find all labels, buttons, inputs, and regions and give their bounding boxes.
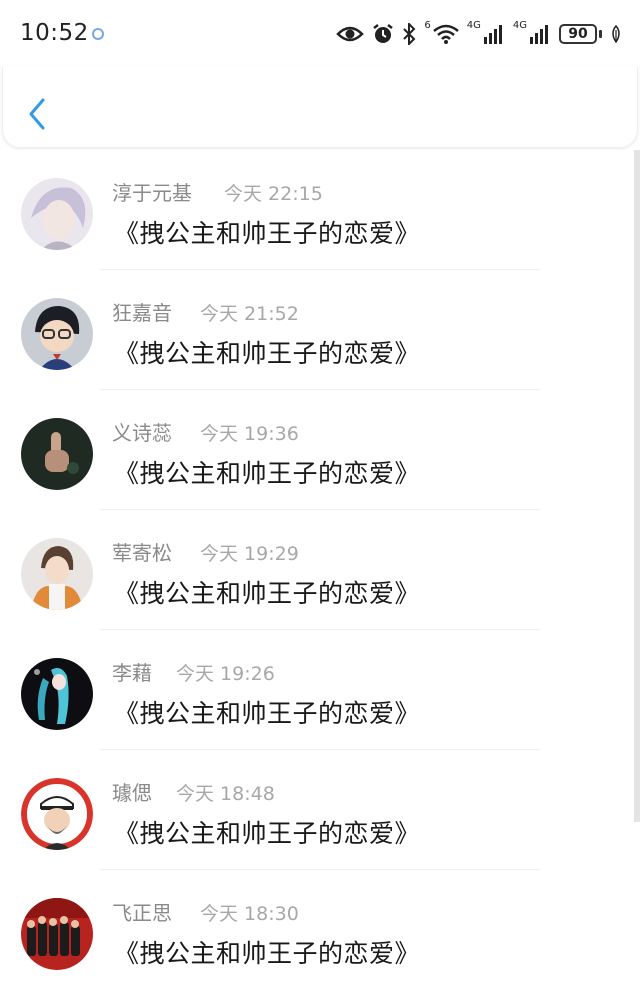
alarm-icon [373, 24, 394, 43]
avatar-miku-image [21, 658, 93, 730]
avatar[interactable] [21, 298, 93, 370]
list-item[interactable]: 璩偲 今天 18:48 《拽公主和帅王子的恋爱》 [0, 750, 640, 870]
list-item[interactable]: 淳于元基 今天 22:15 《拽公主和帅王子的恋爱》 [0, 150, 640, 270]
bluetooth-icon [403, 23, 416, 45]
sync-icon [92, 28, 104, 40]
message-text: 《拽公主和帅王子的恋爱》 [114, 339, 421, 368]
avatar[interactable] [21, 658, 93, 730]
list-item[interactable]: 飞正思 今天 18:30 《拽公主和帅王子的恋爱》 [0, 870, 640, 983]
avatar[interactable] [21, 778, 93, 850]
avatar-conan-image [21, 298, 93, 370]
sender-name: 狂嘉音 [112, 301, 172, 325]
wifi-label: 6 [424, 20, 431, 31]
list-item[interactable]: 狂嘉音 今天 21:52 《拽公主和帅王子的恋爱》 [0, 270, 640, 390]
message-text: 《拽公主和帅王子的恋爱》 [114, 939, 421, 968]
list-item[interactable]: 李藉 今天 19:26 《拽公主和帅王子的恋爱》 [0, 630, 640, 750]
message-time: 今天 19:29 [200, 543, 299, 565]
signal-icon-2 [530, 25, 548, 44]
sender-name: 荤寄松 [112, 541, 172, 565]
sender-name: 淳于元基 [112, 181, 192, 205]
list-item[interactable]: 荤寄松 今天 19:29 《拽公主和帅王子的恋爱》 [0, 510, 640, 630]
avatar[interactable] [21, 538, 93, 610]
message-time: 今天 18:30 [200, 903, 299, 925]
message-time: 今天 19:26 [176, 663, 275, 685]
avatar-captain-image [21, 778, 93, 850]
message-text: 《拽公主和帅王子的恋爱》 [114, 819, 421, 848]
avatar-dark-hand-image [21, 418, 93, 490]
status-icons: 6 4G 4G 90 [336, 20, 622, 48]
battery-icon: 90 [559, 24, 602, 44]
network-label-1: 4G [466, 20, 481, 31]
wifi-icon [432, 24, 459, 44]
message-text: 《拽公主和帅王子的恋爱》 [114, 219, 421, 248]
avatar[interactable] [21, 898, 93, 970]
message-text: 《拽公主和帅王子的恋爱》 [114, 579, 421, 608]
sender-name: 义诗蕊 [112, 421, 172, 445]
top-bar [2, 66, 638, 148]
message-time: 今天 22:15 [224, 183, 323, 205]
message-text: 《拽公主和帅王子的恋爱》 [114, 699, 421, 728]
sender-name: 李藉 [112, 661, 152, 685]
message-list[interactable]: 淳于元基 今天 22:15 《拽公主和帅王子的恋爱》 狂嘉音 今天 21:52 … [0, 150, 640, 983]
scrollbar[interactable] [634, 150, 640, 822]
avatar-group-image [21, 898, 93, 970]
avatar[interactable] [21, 178, 93, 250]
status-time: 10:52 [20, 20, 89, 46]
chevron-left-icon [29, 98, 45, 130]
battery-level: 90 [559, 24, 597, 44]
status-bar: 10:52 6 4G 4G 90 [0, 0, 640, 70]
avatar-white-hair-image [21, 178, 93, 250]
back-button[interactable] [23, 96, 51, 132]
sender-name: 璩偲 [112, 781, 152, 805]
battery-tip [599, 30, 602, 38]
message-time: 今天 21:52 [200, 303, 299, 325]
network-label-2: 4G [512, 20, 527, 31]
message-time: 今天 18:48 [176, 783, 275, 805]
message-time: 今天 19:36 [200, 423, 299, 445]
leaf-icon [612, 25, 620, 43]
list-item[interactable]: 义诗蕊 今天 19:36 《拽公主和帅王子的恋爱》 [0, 390, 640, 510]
avatar[interactable] [21, 418, 93, 490]
avatar-young-man-image [21, 538, 93, 610]
message-text: 《拽公主和帅王子的恋爱》 [114, 459, 421, 488]
eye-icon [336, 26, 365, 42]
sender-name: 飞正思 [112, 901, 172, 925]
signal-icon [483, 25, 502, 44]
